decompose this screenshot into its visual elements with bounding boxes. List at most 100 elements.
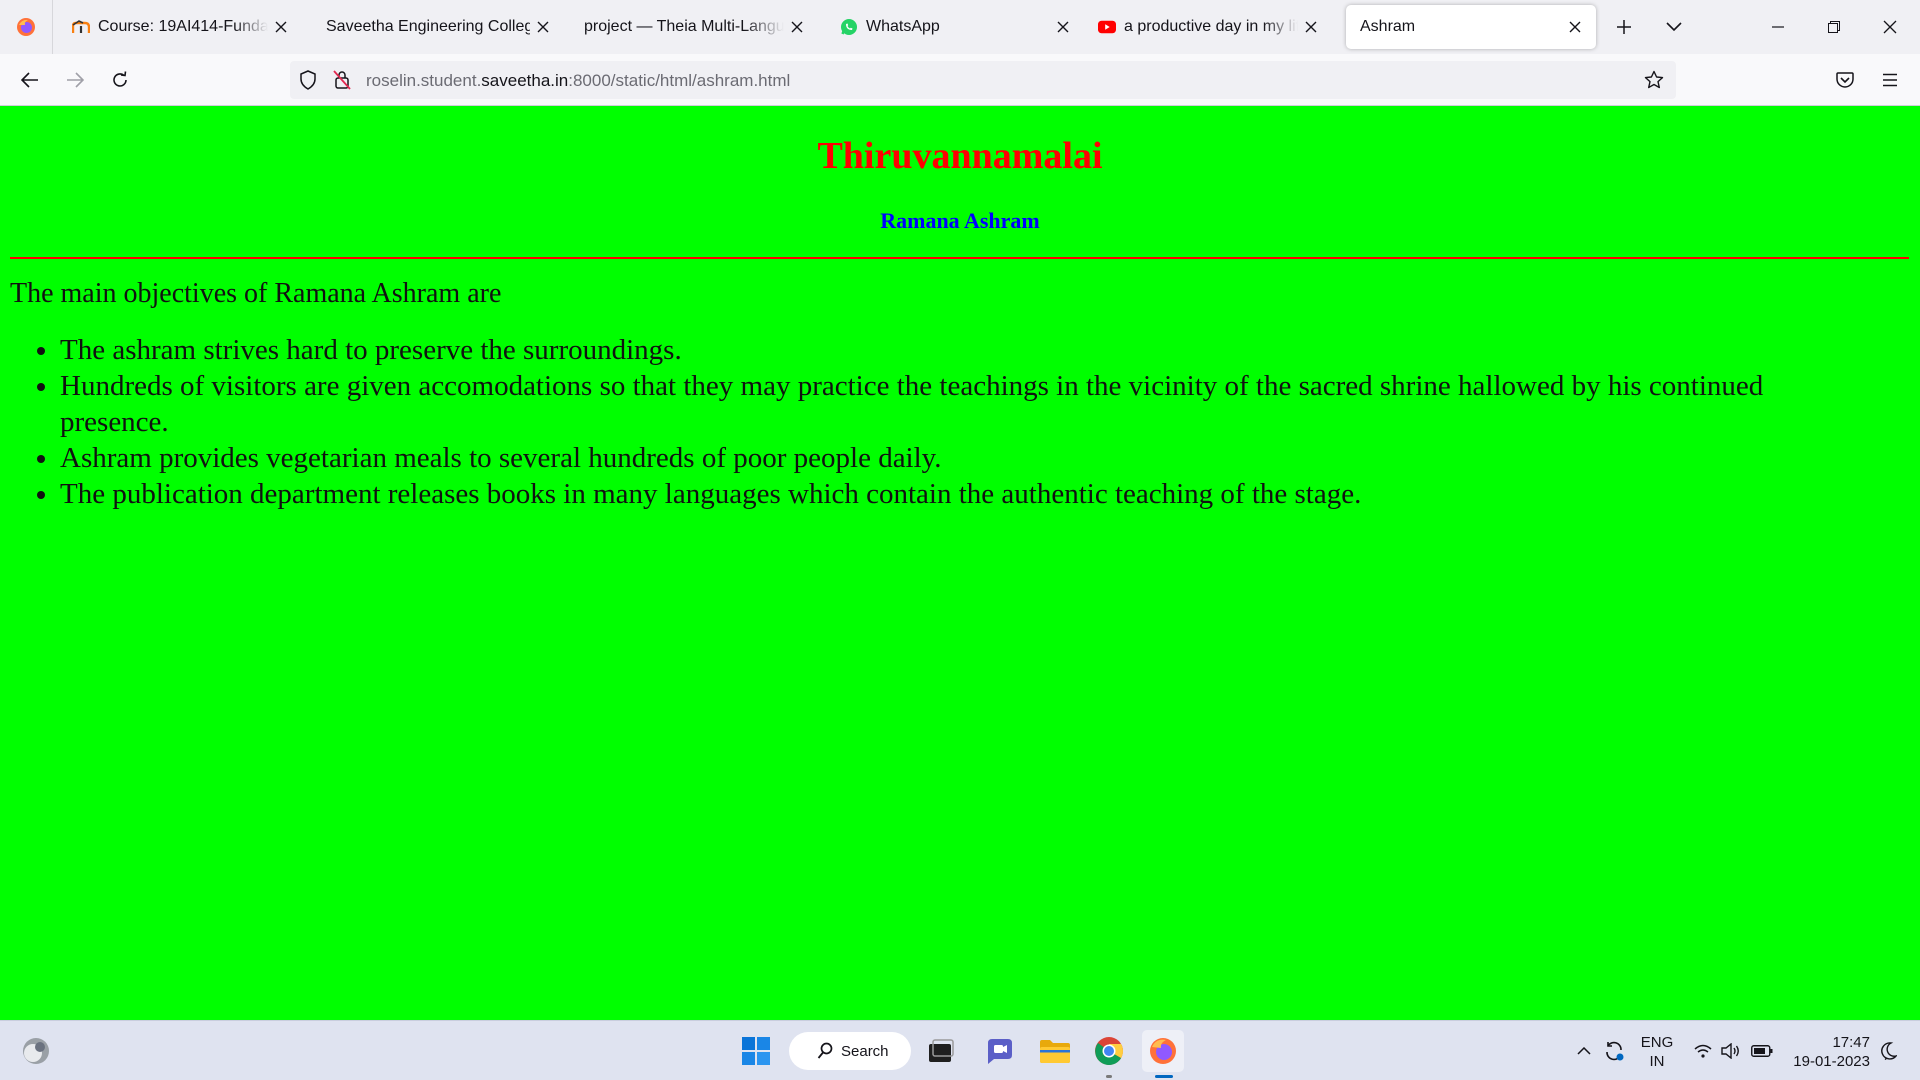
hamburger-menu-icon — [1883, 73, 1897, 87]
system-clock[interactable]: 17:47 19-01-2023 — [1790, 1033, 1870, 1071]
pocket-icon — [1836, 72, 1854, 88]
firefox-view-button[interactable] — [0, 0, 53, 54]
network-button[interactable] — [1690, 1021, 1716, 1080]
battery-icon — [1751, 1045, 1773, 1057]
language-code: ENG — [1640, 1034, 1674, 1051]
list-item: Ashram provides vegetarian meals to seve… — [60, 440, 1860, 476]
start-button[interactable] — [735, 1030, 777, 1072]
close-tab-icon[interactable] — [788, 18, 806, 36]
search-label: Search — [841, 1042, 889, 1060]
focus-moon-icon — [1881, 1042, 1897, 1060]
url-prefix: roselin.student. — [366, 71, 482, 90]
firefox-icon — [1150, 1038, 1176, 1064]
task-view-button[interactable] — [920, 1030, 962, 1072]
close-tab-icon[interactable] — [1566, 18, 1584, 36]
search-icon — [817, 1042, 833, 1059]
pocket-button[interactable] — [1829, 64, 1861, 96]
running-app-indicator — [1106, 1075, 1112, 1078]
clock-date: 19-01-2023 — [1793, 1053, 1870, 1070]
file-explorer-button[interactable] — [1034, 1030, 1076, 1072]
tab-title: Saveetha Engineering College — [326, 18, 530, 35]
taskbar-search-button[interactable]: Search — [789, 1032, 911, 1070]
close-tab-icon[interactable] — [272, 18, 290, 36]
moodle-icon — [72, 18, 90, 36]
forward-button[interactable] — [59, 64, 91, 96]
battery-button[interactable] — [1748, 1021, 1776, 1080]
back-button[interactable] — [14, 64, 46, 96]
bookmark-star-icon[interactable] — [1644, 70, 1664, 90]
windows-taskbar: Search ENG IN 17:47 19-01-2023 — [0, 1020, 1920, 1080]
folder-icon — [1040, 1040, 1070, 1063]
objectives-list: The ashram strives hard to preserve the … — [60, 332, 1860, 512]
url-path: :8000/static/html/ashram.html — [568, 71, 791, 90]
tab-title: WhatsApp — [866, 18, 940, 35]
tab-title: Course: 19AI414-Fundament — [98, 18, 268, 35]
new-tab-button[interactable] — [1609, 12, 1639, 42]
close-tab-icon[interactable] — [1054, 18, 1072, 36]
arrow-right-icon — [67, 72, 84, 88]
whatsapp-icon — [840, 18, 858, 36]
list-item: Hundreds of visitors are given accomodat… — [60, 368, 1860, 440]
input-language-indicator[interactable]: ENG IN — [1640, 1033, 1674, 1071]
tracking-protection-shield-icon[interactable] — [298, 70, 318, 90]
firefox-taskbar-button[interactable] — [1142, 1030, 1184, 1072]
weather-widget-button[interactable] — [15, 1030, 57, 1072]
firefox-logo-icon — [17, 18, 35, 36]
show-hidden-icons-button[interactable] — [1572, 1021, 1596, 1080]
page-subheading: Ramana Ashram — [880, 208, 1040, 233]
restore-icon — [1828, 21, 1840, 33]
tab-course[interactable]: Course: 19AI414-Fundament — [58, 5, 302, 49]
youtube-icon — [1098, 18, 1116, 36]
tab-strip: Course: 19AI414-Fundament Saveetha Engin… — [0, 0, 1920, 54]
url-text[interactable]: roselin.student.saveetha.in:8000/static/… — [366, 71, 790, 91]
chevron-down-icon — [1666, 22, 1682, 32]
wifi-icon — [1694, 1044, 1712, 1058]
teams-chat-icon — [988, 1039, 1012, 1064]
speaker-icon — [1721, 1043, 1739, 1059]
list-all-tabs-button[interactable] — [1659, 12, 1689, 42]
minimize-button[interactable] — [1750, 0, 1806, 54]
tab-ashram[interactable]: Ashram — [1346, 5, 1596, 49]
address-bar[interactable]: roselin.student.saveetha.in:8000/static/… — [290, 61, 1676, 99]
page-content: Thiruvannamalai Ramana Ashram The main o… — [0, 106, 1920, 1020]
page-heading: Thiruvannamalai — [817, 135, 1103, 177]
tab-youtube[interactable]: a productive day in my life — [1084, 5, 1332, 49]
chrome-icon — [1095, 1037, 1123, 1065]
teams-chat-button[interactable] — [978, 1030, 1020, 1072]
list-item: The ashram strives hard to preserve the … — [60, 332, 1860, 368]
reload-icon — [113, 71, 127, 87]
volume-button[interactable] — [1718, 1021, 1744, 1080]
chrome-button[interactable] — [1088, 1030, 1130, 1072]
tab-theia-project[interactable]: project — Theia Multi-Language — [570, 5, 818, 49]
plus-icon — [1617, 20, 1631, 34]
close-tab-icon[interactable] — [534, 18, 552, 36]
clock-time: 17:47 — [1832, 1034, 1870, 1051]
reload-button[interactable] — [104, 64, 136, 96]
active-app-indicator — [1155, 1075, 1173, 1078]
minimize-icon — [1772, 26, 1784, 28]
notifications-button[interactable] — [1876, 1021, 1902, 1080]
horizontal-rule — [10, 257, 1909, 259]
navigation-toolbar: roselin.student.saveetha.in:8000/static/… — [0, 54, 1920, 106]
chevron-up-icon — [1577, 1047, 1591, 1055]
windows-logo-icon — [742, 1037, 770, 1065]
restore-button[interactable] — [1806, 0, 1862, 54]
tab-title: a productive day in my life — [1124, 18, 1298, 35]
weather-icon — [23, 1038, 49, 1064]
url-host: saveetha.in — [481, 71, 569, 90]
sync-icon — [1606, 1041, 1624, 1061]
sync-status-button[interactable] — [1600, 1021, 1628, 1080]
close-window-button[interactable] — [1862, 0, 1918, 54]
list-item: The publication department releases book… — [60, 476, 1860, 512]
tab-whatsapp[interactable]: WhatsApp — [826, 5, 1084, 49]
app-menu-button[interactable] — [1874, 64, 1906, 96]
close-icon — [1883, 20, 1897, 34]
tab-title: project — Theia Multi-Language — [584, 18, 784, 35]
task-view-icon — [929, 1039, 954, 1062]
close-tab-icon[interactable] — [1302, 18, 1320, 36]
insecure-lock-icon[interactable] — [332, 70, 352, 90]
intro-paragraph: The main objectives of Ramana Ashram are — [10, 278, 502, 309]
tab-title: Ashram — [1360, 18, 1416, 35]
arrow-left-icon — [21, 72, 38, 88]
tab-saveetha[interactable]: Saveetha Engineering College — [312, 5, 564, 49]
